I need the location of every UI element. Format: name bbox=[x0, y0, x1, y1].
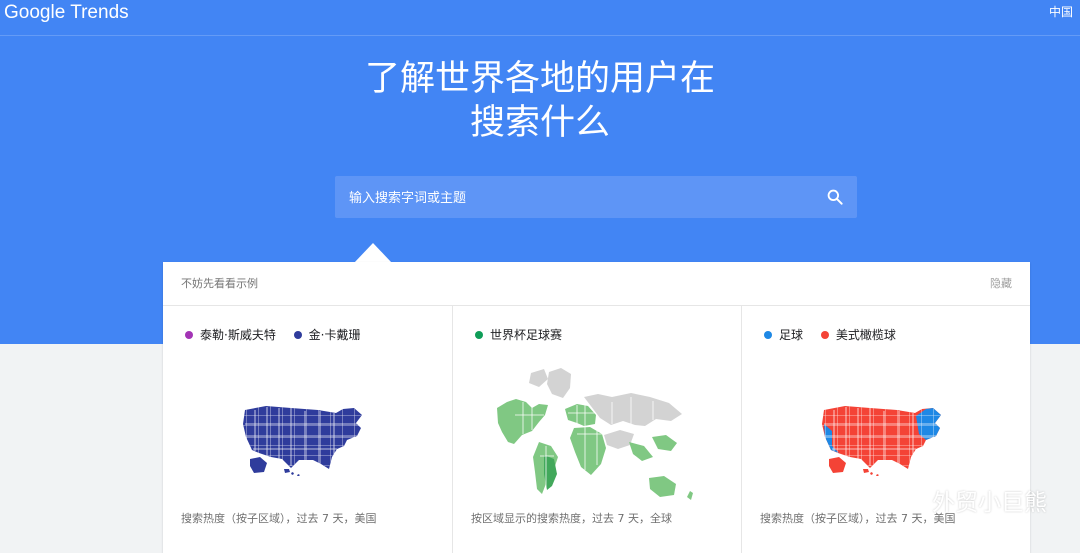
card-footer-text: 按区域显示的搜索热度，过去 7 天，全球 bbox=[471, 512, 672, 525]
examples-header: 不妨先看看示例 隐藏 bbox=[163, 262, 1030, 306]
hawaii-map-shape bbox=[284, 469, 300, 476]
hero-title: 了解世界各地的用户在 搜索什么 bbox=[0, 57, 1080, 145]
examples-title: 不妨先看看示例 bbox=[181, 277, 258, 290]
search-box bbox=[335, 176, 857, 220]
alaska-map-shape bbox=[829, 457, 846, 473]
search-input[interactable] bbox=[347, 176, 801, 220]
wechat-icon bbox=[896, 491, 927, 515]
alaska-map-shape bbox=[250, 457, 267, 473]
hero-title-line-2: 搜索什么 bbox=[469, 103, 610, 143]
example-card-celebrities[interactable]: 泰勒·斯威夫特 金·卡戴珊 搜索热度（按子区域），过去 7 天，美国 bbox=[163, 306, 452, 553]
hawaii-map-shape bbox=[863, 469, 879, 476]
hero-title-line-1: 了解世界各地的用户在 bbox=[364, 59, 715, 99]
search-icon[interactable] bbox=[825, 187, 845, 207]
example-card-world-cup[interactable]: 世界杯足球赛 按区域显示的搜索热度，过去 7 天，全球 bbox=[452, 306, 741, 553]
region-selector[interactable]: 中国 bbox=[1049, 5, 1073, 19]
watermark-text: 外贸小巨熊 bbox=[932, 490, 1047, 516]
google-trends-logo[interactable]: Google Trends bbox=[4, 3, 129, 23]
hide-examples-button[interactable]: 隐藏 bbox=[990, 277, 1012, 291]
card-footer-text: 搜索热度（按子区域），过去 7 天，美国 bbox=[181, 512, 377, 525]
examples-pointer bbox=[354, 243, 392, 263]
watermark: 外贸小巨熊 bbox=[896, 491, 1047, 515]
top-bar: Google Trends 中国 bbox=[0, 0, 1080, 36]
